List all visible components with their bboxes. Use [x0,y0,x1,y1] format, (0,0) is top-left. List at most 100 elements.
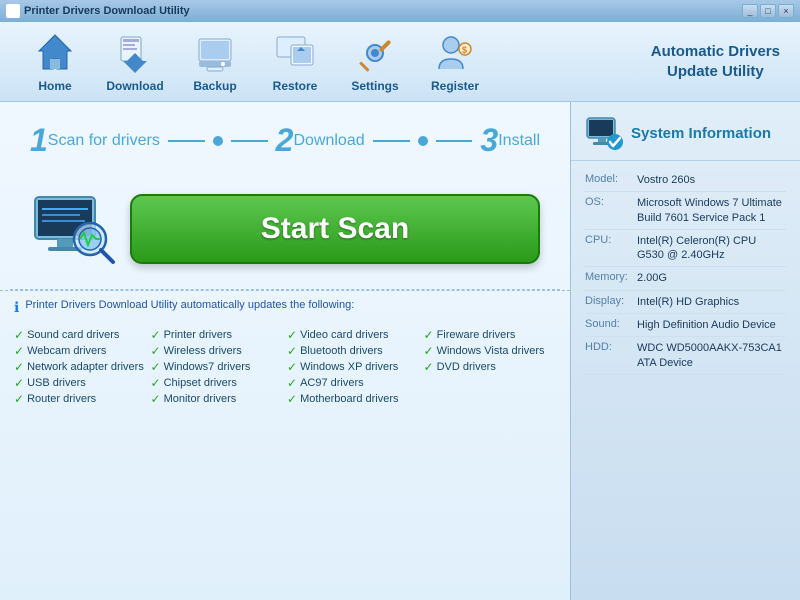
check-icon: ✓ [424,344,434,358]
left-panel: 1 Scan for drivers 2 Download 3 Install [0,102,570,600]
driver-item: ✓Windows XP drivers [287,360,420,374]
driver-item: ✓AC97 drivers [287,376,420,390]
sys-key: CPU: [585,234,631,263]
start-scan-button[interactable]: Start Scan [130,194,540,264]
sys-info-row: Memory:2.00G [585,267,786,290]
check-icon: ✓ [151,392,161,406]
driver-item: ✓DVD drivers [424,360,557,374]
check-icon: ✓ [151,360,161,374]
main-area: 1 Scan for drivers 2 Download 3 Install [0,102,800,600]
driver-label: Network adapter drivers [27,361,144,373]
info-text: Printer Drivers Download Utility automat… [25,299,354,311]
check-icon: ✓ [287,376,297,390]
driver-label: Printer drivers [164,329,232,341]
check-icon: ✓ [14,344,24,358]
toolbar: Home Download Backup [0,22,800,102]
sys-key: Sound: [585,318,631,332]
check-icon: ✓ [287,360,297,374]
check-icon: ✓ [14,392,24,406]
driver-label: Windows XP drivers [300,361,398,373]
sys-val: Intel(R) Celeron(R) CPU G530 @ 2.40GHz [637,234,786,263]
settings-label: Settings [351,79,398,93]
restore-icon [273,31,317,75]
sys-val: Vostro 260s [637,173,695,187]
driver-item: ✓Bluetooth drivers [287,344,420,358]
driver-item: ✓Video card drivers [287,328,420,342]
sys-key: HDD: [585,341,631,370]
maximize-button[interactable]: □ [760,4,776,18]
driver-label: Windows Vista drivers [437,345,545,357]
driver-item: ✓Wireless drivers [151,344,284,358]
sys-info-title: System Information [631,125,771,142]
home-icon [33,31,77,75]
driver-label: USB drivers [27,377,86,389]
info-icon: ℹ [14,299,19,316]
minimize-button[interactable]: _ [742,4,758,18]
sys-info-row: CPU:Intel(R) Celeron(R) CPU G530 @ 2.40G… [585,230,786,268]
driver-item: ✓Windows Vista drivers [424,344,557,358]
toolbar-home[interactable]: Home [20,31,90,93]
register-label: Register [431,79,479,93]
brand-text: Automatic Drivers Update Utility [651,42,780,81]
sys-info-row: HDD:WDC WD5000AAKX-753CA1 ATA Device [585,337,786,375]
step1-label: Scan for drivers [48,132,160,150]
sys-key: Display: [585,295,631,309]
sys-val: High Definition Audio Device [637,318,776,332]
driver-item: ✓Printer drivers [151,328,284,342]
sys-val: WDC WD5000AAKX-753CA1 ATA Device [637,341,786,370]
check-icon: ✓ [151,376,161,390]
toolbar-download[interactable]: Download [100,31,170,93]
title-bar: Printer Drivers Download Utility _ □ × [0,0,800,22]
step2-label: Download [293,132,364,150]
step2-num: 2 [276,122,294,159]
toolbar-backup[interactable]: Backup [180,31,250,93]
driver-label: Wireless drivers [164,345,242,357]
scan-illustration [30,189,120,269]
steps-bar: 1 Scan for drivers 2 Download 3 Install [0,102,570,169]
driver-item: ✓Sound card drivers [14,328,147,342]
driver-label: Monitor drivers [164,393,237,405]
check-icon: ✓ [424,360,434,374]
sys-info-row: Model: Vostro 260s [585,169,786,192]
check-icon: ✓ [14,360,24,374]
toolbar-settings[interactable]: Settings [340,31,410,93]
sys-val: Microsoft Windows 7 Ultimate Build 7601 … [637,196,786,225]
check-icon: ✓ [151,344,161,358]
home-label: Home [38,79,71,93]
sys-key: Model: [585,173,631,187]
driver-item: ✓Fireware drivers [424,328,557,342]
step1-num: 1 [30,122,48,159]
scan-area: Start Scan [0,169,570,289]
toolbar-restore[interactable]: Restore [260,31,330,93]
toolbar-register[interactable]: $ Register [420,31,490,93]
sys-info-row: OS:Microsoft Windows 7 Ultimate Build 76… [585,192,786,230]
driver-list: ✓Sound card drivers✓Webcam drivers✓Netwo… [0,324,570,414]
title-bar-left: Printer Drivers Download Utility [6,4,190,18]
restore-label: Restore [273,79,318,93]
step2-dot [418,136,428,146]
driver-label: Bluetooth drivers [300,345,383,357]
close-button[interactable]: × [778,4,794,18]
check-icon: ✓ [14,376,24,390]
driver-item: ✓Windows7 drivers [151,360,284,374]
sys-info-table: Model: Vostro 260s OS:Microsoft Windows 7 … [571,161,800,383]
driver-label: Windows7 drivers [164,361,251,373]
driver-item: ✓Monitor drivers [151,392,284,406]
download-icon [113,31,157,75]
driver-label: Motherboard drivers [300,393,398,405]
driver-label: Chipset drivers [164,377,237,389]
sys-info-row: Display: Intel(R) HD Graphics [585,291,786,314]
driver-item: ✓Webcam drivers [14,344,147,358]
step3-label: Install [498,132,540,150]
title-bar-controls[interactable]: _ □ × [742,4,794,18]
system-info-icon [585,114,623,152]
monitor-magnifier-svg [30,189,120,269]
step3-num: 3 [480,122,498,159]
sys-val: Intel(R) HD Graphics [637,295,739,309]
driver-label: Router drivers [27,393,96,405]
driver-label: AC97 drivers [300,377,364,389]
driver-item: ✓Network adapter drivers [14,360,147,374]
sys-key: Memory: [585,271,631,285]
driver-label: Video card drivers [300,329,388,341]
driver-label: DVD drivers [437,361,496,373]
